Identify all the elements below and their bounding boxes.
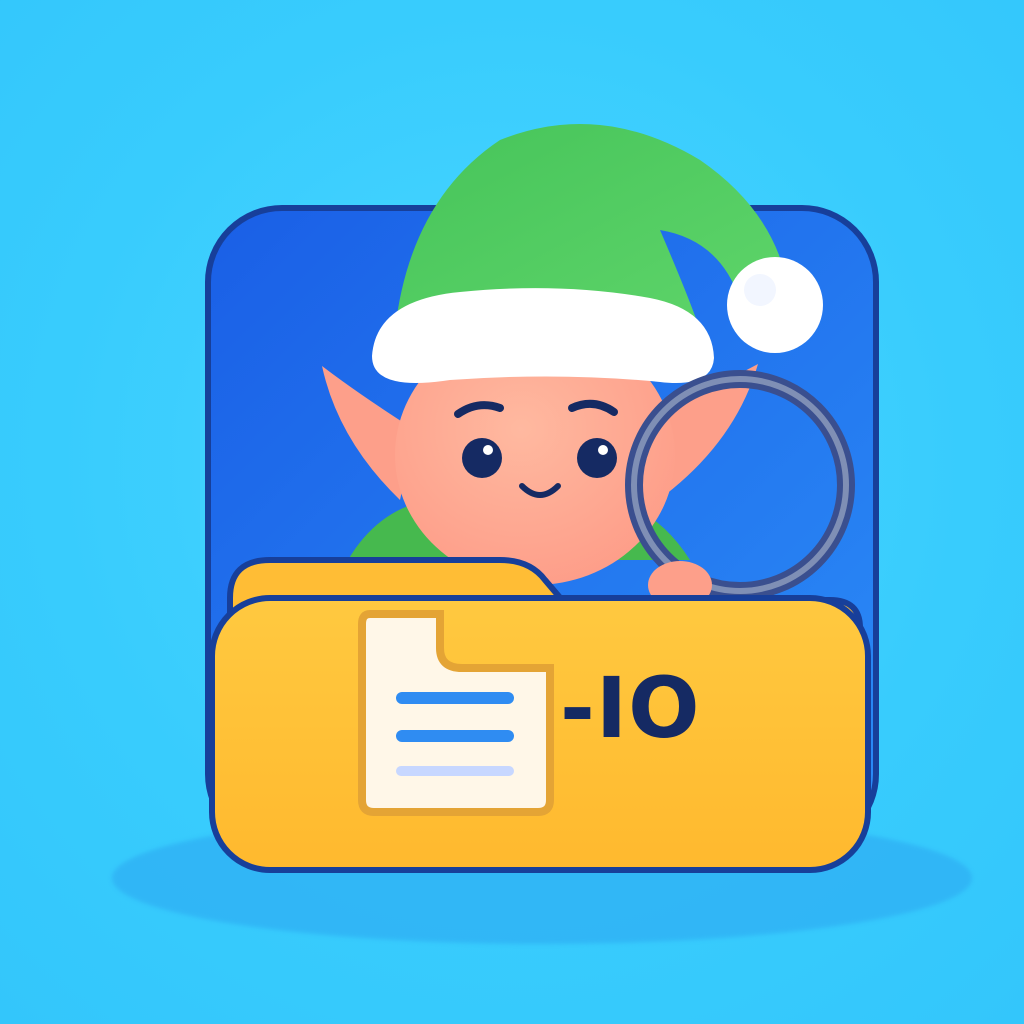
document-line-3 [396,766,514,776]
elf-right-eye-shine [598,445,608,455]
elf-right-eye [577,438,617,478]
app-icon: -IO [0,0,1024,1024]
elf-left-eye-shine [483,445,493,455]
document-line-2 [396,730,514,742]
pompom-highlight [744,274,776,306]
logo-text: -IO [560,659,701,757]
elf-hat-pompom [727,257,823,353]
document-line-1 [396,692,514,704]
elf-left-eye [462,438,502,478]
logo-artwork [205,124,879,873]
elf-hat-brim [372,288,714,383]
